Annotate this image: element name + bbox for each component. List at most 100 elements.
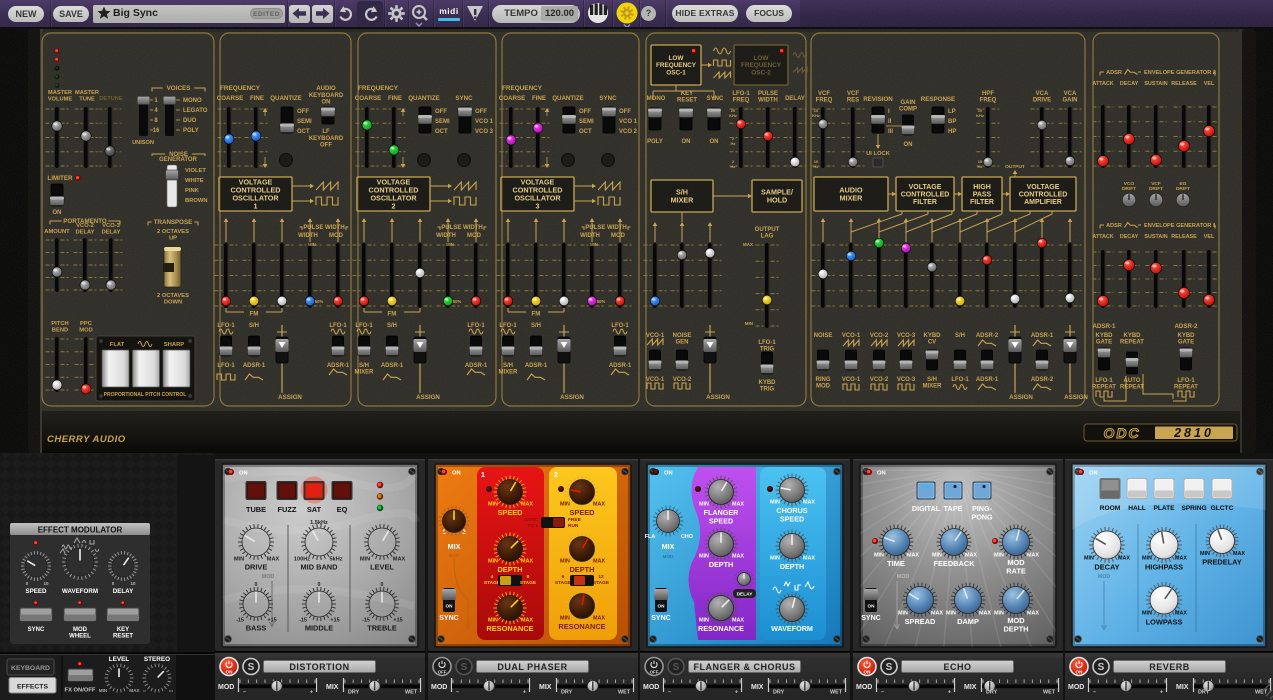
svg-text:HIGHPASS: HIGHPASS (1145, 563, 1183, 572)
svg-text:PULSE: PULSE (758, 91, 778, 97)
svg-text:OFF: OFF (579, 109, 591, 115)
svg-text:MIN: MIN (1142, 556, 1152, 562)
svg-text:ASSIGN: ASSIGN (278, 394, 302, 401)
svg-text:DEPTH: DEPTH (1003, 625, 1028, 634)
svg-text:OFF: OFF (650, 669, 659, 674)
svg-text:TO 1: TO 1 (527, 523, 538, 529)
svg-text:S: S (886, 662, 893, 673)
svg-text:TIME: TIME (887, 559, 905, 568)
svg-text:MIN: MIN (488, 559, 498, 565)
svg-text:GENERATOR: GENERATOR (159, 157, 197, 163)
svg-text:MIXER: MIXER (354, 370, 374, 376)
svg-text:RESPONSE: RESPONSE (921, 96, 955, 103)
svg-text:ON: ON (664, 471, 673, 477)
svg-text:TRIG: TRIG (760, 387, 775, 393)
svg-text:MIN: MIN (699, 618, 709, 624)
svg-text:VCO-2: VCO-2 (673, 377, 692, 383)
svg-text:S/H: S/H (249, 323, 259, 329)
svg-text:DEPTH: DEPTH (497, 565, 522, 574)
svg-text:0: 0 (381, 582, 384, 588)
svg-text:ASSIGN: ASSIGN (1064, 394, 1088, 401)
svg-text:FINE: FINE (532, 95, 546, 102)
svg-text:DRY: DRY (561, 690, 573, 696)
svg-text:KYBD: KYBD (1123, 333, 1141, 339)
svg-text:WAVEFORM: WAVEFORM (771, 624, 813, 633)
svg-text:BP: BP (948, 119, 956, 125)
svg-text:RELEASE: RELEASE (1171, 81, 1197, 87)
svg-text:ON: ON (864, 669, 872, 674)
svg-text:SYNC: SYNC (28, 627, 45, 633)
svg-text:OSC-1: OSC-1 (666, 69, 686, 76)
svg-text:VCO-3: VCO-3 (897, 333, 916, 339)
svg-text:MIN: MIN (770, 500, 780, 506)
svg-text:ADSR-1: ADSR-1 (465, 363, 488, 369)
svg-text:0: 0 (255, 582, 258, 588)
svg-text:WIDTH: WIDTH (580, 233, 600, 239)
svg-text:DECAY: DECAY (1094, 563, 1119, 572)
svg-text:MIN: MIN (1200, 551, 1210, 557)
svg-text:MIN: MIN (590, 242, 598, 247)
svg-text:S/H: S/H (387, 323, 397, 329)
svg-text:FREE: FREE (568, 517, 582, 523)
svg-text:WIDTH: WIDTH (436, 233, 456, 239)
svg-text:S: S (248, 662, 255, 673)
svg-text:8: 8 (527, 574, 530, 580)
svg-text:MOD: MOD (897, 574, 910, 580)
svg-text:KEYBOARD: KEYBOARD (309, 93, 344, 99)
svg-text:ENVELOPE GENERATOR 2: ENVELOPE GENERATOR 2 (1144, 70, 1216, 76)
svg-text:RES: RES (847, 98, 859, 104)
svg-text:ADSR-2: ADSR-2 (1031, 377, 1054, 383)
svg-text:FINE: FINE (250, 95, 264, 102)
svg-text:LFO-1: LFO-1 (951, 377, 969, 383)
svg-text:LFO-1: LFO-1 (758, 340, 776, 346)
svg-text:S: S (1098, 662, 1105, 673)
svg-text:MOD: MOD (218, 684, 234, 691)
svg-text:VCF: VCF (818, 91, 830, 97)
svg-text:VOICES: VOICES (167, 85, 191, 92)
svg-text:ON: ON (452, 471, 461, 477)
svg-text:MID BAND: MID BAND (301, 563, 339, 572)
svg-text:MIN: MIN (699, 502, 709, 508)
svg-text:MIN: MIN (1142, 611, 1152, 617)
svg-text:RUN: RUN (568, 523, 579, 529)
svg-text:HALL: HALL (1128, 505, 1146, 512)
svg-text:+: + (735, 690, 738, 696)
svg-text:LFO-1: LFO-1 (355, 323, 373, 329)
svg-text:ON: ON (1089, 471, 1098, 477)
svg-text:–: – (456, 690, 459, 696)
svg-text:KEY: KEY (117, 627, 129, 633)
svg-text:MIX: MIX (751, 684, 764, 691)
svg-text:4: 4 (491, 574, 494, 580)
svg-text:WET: WET (830, 690, 843, 696)
svg-text:DAMP: DAMP (957, 617, 979, 626)
svg-text:–: – (881, 690, 884, 696)
svg-text:50%: 50% (453, 299, 462, 304)
svg-text:+: + (948, 690, 951, 696)
svg-text:OUTPUT: OUTPUT (755, 227, 780, 233)
svg-text:MOD: MOD (79, 328, 93, 334)
svg-text:SPEED: SPEED (497, 508, 523, 517)
svg-text:DRY: DRY (986, 690, 998, 696)
svg-text:FM: FM (250, 311, 259, 318)
svg-text:SUSTAIN: SUSTAIN (1144, 234, 1167, 240)
svg-text:+: + (310, 690, 313, 696)
svg-text:MIN: MIN (446, 242, 454, 247)
svg-text:MIN: MIN (932, 553, 942, 559)
svg-text:ADSR-1: ADSR-1 (1031, 333, 1054, 339)
svg-text:ASSIGN: ASSIGN (706, 394, 730, 401)
svg-text:CV: CV (928, 340, 936, 346)
svg-text:VEL: VEL (1204, 81, 1215, 87)
svg-text:MIDDLE: MIDDLE (305, 624, 333, 633)
svg-text:2 OCTAVES: 2 OCTAVES (157, 293, 189, 299)
svg-text:VCO 2: VCO 2 (619, 129, 638, 135)
svg-text:FREQUENCY: FREQUENCY (741, 62, 782, 69)
svg-text:OCT: OCT (579, 129, 592, 135)
svg-text:-15: -15 (236, 618, 244, 624)
svg-text:PLATE: PLATE (1153, 505, 1175, 512)
svg-text:VCO-3: VCO-3 (897, 377, 916, 383)
svg-text:MAX: MAX (129, 688, 140, 693)
svg-text:MIN: MIN (308, 242, 316, 247)
svg-text:EG: EG (1180, 181, 1187, 187)
svg-text:MIN: MIN (699, 554, 709, 560)
svg-text:MAX: MAX (732, 618, 744, 624)
